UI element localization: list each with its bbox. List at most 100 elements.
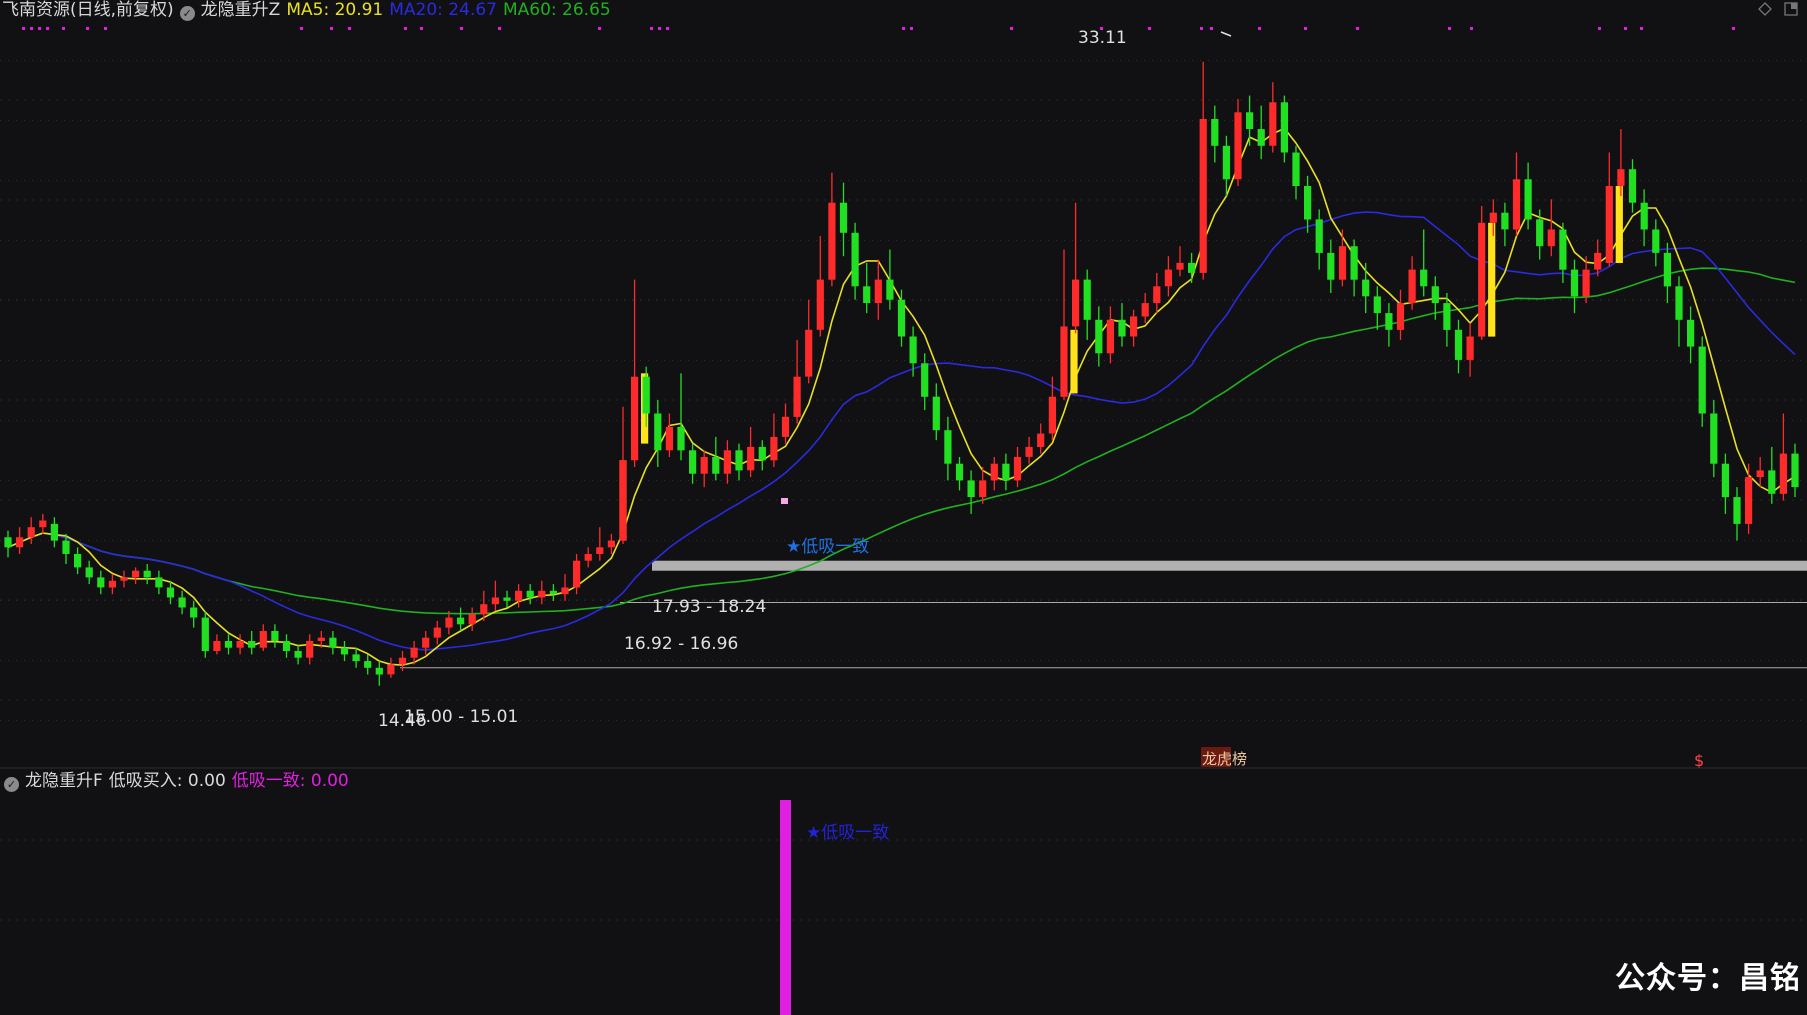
- signal-main-label: ★低吸一致: [786, 537, 869, 557]
- candle-body: [1083, 279, 1091, 320]
- candle-body: [723, 450, 731, 474]
- candle-body: [178, 597, 186, 608]
- candle-body: [120, 577, 128, 581]
- candle-body: [50, 523, 58, 541]
- candle-body: [886, 279, 894, 300]
- sub-indicator-name[interactable]: 龙隐重升F: [25, 771, 103, 791]
- candle-body: [897, 299, 906, 337]
- candle-body: [851, 232, 859, 287]
- signal-dot: [1210, 27, 1213, 30]
- candle: [1478, 206, 1486, 340]
- candle-body: [1710, 413, 1718, 464]
- candle-body: [259, 631, 267, 648]
- candle-body: [1501, 212, 1509, 230]
- candle-body: [213, 641, 221, 651]
- candle-body: [1454, 329, 1463, 360]
- candle-body: [1164, 269, 1172, 287]
- candle-body: [410, 647, 418, 658]
- candle-body: [1466, 336, 1474, 360]
- candle-body: [445, 617, 453, 628]
- candle-body: [1002, 463, 1010, 481]
- candle-body: [1106, 319, 1114, 354]
- candle-body: [1768, 470, 1776, 494]
- marker-b-label[interactable]: $: [1694, 751, 1704, 770]
- marker-a-label[interactable]: 龙虎榜: [1202, 750, 1247, 768]
- signal-dot: [1624, 27, 1627, 30]
- candle-body: [1222, 145, 1230, 180]
- candle-body: [1663, 252, 1671, 287]
- candle-body: [236, 641, 244, 648]
- candle-body: [1443, 303, 1451, 330]
- diamond-icon[interactable]: [1758, 2, 1772, 16]
- candle-body: [932, 396, 940, 431]
- candle-body: [190, 607, 198, 618]
- candle-body: [1582, 269, 1590, 297]
- settings-circle-icon[interactable]: ✓: [179, 6, 195, 21]
- candle-body: [596, 547, 604, 554]
- candle-body: [1536, 219, 1544, 247]
- candle-body: [85, 567, 93, 578]
- candle-body: [1025, 446, 1033, 457]
- signal-dot: [86, 27, 89, 30]
- candle-body: [805, 329, 813, 377]
- signal-dot: [460, 27, 463, 30]
- candle-body: [1292, 152, 1300, 186]
- candle-body: [1315, 219, 1323, 253]
- candle-body: [248, 641, 256, 648]
- indicator-name[interactable]: 龙隐重升Z: [201, 0, 281, 20]
- candle-body: [97, 577, 105, 588]
- candle-body: [642, 376, 650, 414]
- consistent-label: 低吸一致: 0.00: [231, 771, 349, 791]
- candle-body: [689, 450, 697, 474]
- sub-header: ✓ 龙隐重升F 低吸买入: 0.00 低吸一致: 0.00: [4, 771, 355, 792]
- candle-body: [955, 463, 964, 481]
- buy-label: 低吸买入: 0.00: [108, 771, 226, 791]
- candle-body: [340, 647, 349, 655]
- candle-body: [1280, 102, 1288, 153]
- candle-body: [1791, 453, 1799, 488]
- signal-dot: [1258, 27, 1261, 30]
- window-icon[interactable]: [1784, 2, 1798, 16]
- candle-body: [700, 457, 708, 474]
- signal-dot: [1010, 27, 1013, 30]
- candle-body: [1547, 229, 1555, 247]
- signal-dot: [666, 27, 669, 30]
- candle-body: [1304, 186, 1312, 220]
- signal-sub-label: ★低吸一致: [806, 823, 889, 843]
- candle-body: [990, 463, 998, 481]
- sub-settings-circle-icon[interactable]: ✓: [4, 777, 19, 792]
- candle-body: [1048, 396, 1056, 434]
- candle-body: [398, 657, 407, 665]
- candle-body: [1652, 229, 1660, 253]
- candle-body: [201, 617, 209, 652]
- candle-body: [480, 604, 488, 615]
- candle-body: [375, 667, 383, 675]
- watermark-text: 公众号：昌铭: [1615, 961, 1801, 996]
- candle-body: [1431, 286, 1439, 303]
- high-price-label: 33.11: [1078, 28, 1127, 48]
- candle-body: [1687, 319, 1695, 347]
- signal-dot: [910, 27, 913, 30]
- candle-body: [62, 540, 70, 554]
- kline-chart[interactable]: 33.11 14.46 17.93 - 18.24 16.92 - 16.96 …: [0, 0, 1807, 1015]
- candle-body: [1570, 269, 1579, 297]
- signal-dot: [650, 27, 653, 30]
- signal-dot: [46, 27, 49, 30]
- candle-body: [132, 570, 140, 578]
- candle-body: [967, 480, 975, 498]
- candle-body: [27, 527, 35, 538]
- candle-body: [294, 651, 302, 658]
- ma5-label: MA5: 20.91: [286, 0, 384, 20]
- main-header: 飞南资源(日线,前复权) ✓ 龙隐重升Z MA5: 20.91 MA20: 24.67 M…: [2, 0, 617, 21]
- signal-dot: [1356, 27, 1359, 30]
- candle-body: [631, 376, 639, 461]
- candle-body: [364, 661, 372, 668]
- candle-body: [1698, 346, 1706, 414]
- signal-dot: [1448, 27, 1451, 30]
- candle: [201, 610, 209, 658]
- candle-body: [1257, 129, 1265, 146]
- candle-body: [828, 202, 836, 280]
- candle-body: [1141, 303, 1149, 317]
- candle-body: [1246, 112, 1254, 129]
- candle-body: [677, 426, 685, 451]
